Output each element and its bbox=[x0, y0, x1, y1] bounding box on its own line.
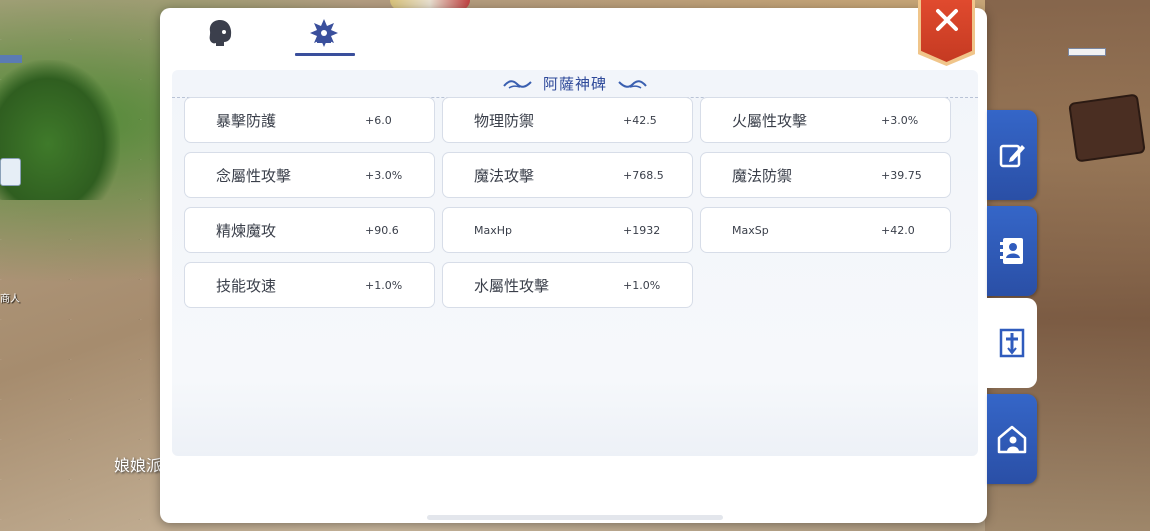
character-profile-icon bbox=[209, 20, 232, 46]
monument-content: 阿薩神碑 暴擊防護 +6.0 物理防禦 +42.5 火屬性攻擊 +3.0% 念屬… bbox=[172, 70, 978, 456]
side-tab-monument[interactable] bbox=[987, 298, 1037, 388]
stat-card: 精煉魔攻 +90.6 bbox=[184, 207, 435, 253]
stat-card: 魔法攻擊 +768.5 bbox=[442, 152, 693, 198]
stat-card: MaxSp +42.0 bbox=[700, 207, 951, 253]
stat-value: +39.75 bbox=[881, 169, 922, 182]
stat-value: +90.6 bbox=[365, 224, 399, 237]
stat-value: +42.5 bbox=[623, 114, 657, 127]
stat-card: 物理防禦 +42.5 bbox=[442, 97, 693, 143]
stat-value: +3.0% bbox=[365, 169, 403, 182]
stat-name: 物理防禦 bbox=[474, 112, 535, 130]
stat-name: MaxHp bbox=[474, 224, 512, 237]
stat-name: 念屬性攻擊 bbox=[216, 167, 292, 185]
contact-book-icon bbox=[1000, 238, 1023, 264]
monument-icon bbox=[310, 19, 338, 47]
stat-name: 魔法攻擊 bbox=[474, 167, 535, 185]
left-hud-panel[interactable] bbox=[0, 158, 21, 186]
stat-card: 暴擊防護 +6.0 bbox=[184, 97, 435, 143]
section-header: 阿薩神碑 bbox=[172, 70, 978, 98]
stat-value: +1.0% bbox=[623, 279, 661, 292]
npc-label: 商人 bbox=[0, 294, 20, 305]
shop-sign bbox=[1068, 93, 1146, 163]
stat-card: 技能攻速 +1.0% bbox=[184, 262, 435, 308]
stat-card: MaxHp +1932 bbox=[442, 207, 693, 253]
stat-name: 精煉魔攻 bbox=[216, 222, 277, 240]
close-icon bbox=[935, 9, 958, 31]
tab-bar bbox=[160, 8, 987, 64]
left-wave-ornament-icon bbox=[503, 79, 532, 89]
stat-name: MaxSp bbox=[732, 224, 769, 237]
cross-frame-icon bbox=[999, 328, 1025, 358]
stat-value: +42.0 bbox=[881, 224, 915, 237]
player-name-tag bbox=[1068, 48, 1106, 56]
stat-card: 念屬性攻擊 +3.0% bbox=[184, 152, 435, 198]
right-wave-ornament-icon bbox=[618, 79, 647, 89]
close-button[interactable] bbox=[921, 0, 972, 62]
stat-name: 水屬性攻擊 bbox=[474, 277, 550, 295]
edit-icon bbox=[999, 144, 1025, 168]
player-name-label: 娘娘派 bbox=[114, 456, 163, 475]
stat-card: 水屬性攻擊 +1.0% bbox=[442, 262, 693, 308]
attribute-panel: 阿薩神碑 暴擊防護 +6.0 物理防禦 +42.5 火屬性攻擊 +3.0% 念屬… bbox=[160, 8, 987, 523]
stats-grid: 暴擊防護 +6.0 物理防禦 +42.5 火屬性攻擊 +3.0% 念屬性攻擊 +… bbox=[184, 97, 951, 308]
active-tab-indicator bbox=[295, 53, 355, 56]
side-tab-home[interactable] bbox=[987, 394, 1037, 484]
side-tab-contacts[interactable] bbox=[987, 206, 1037, 296]
tab-monument[interactable] bbox=[295, 8, 353, 58]
tab-character-profile[interactable] bbox=[200, 8, 240, 58]
stat-value: +1.0% bbox=[365, 279, 403, 292]
side-tab-edit[interactable] bbox=[987, 110, 1037, 200]
stat-card: 火屬性攻擊 +3.0% bbox=[700, 97, 951, 143]
scroll-indicator[interactable] bbox=[427, 515, 723, 520]
stat-value: +6.0 bbox=[365, 114, 392, 127]
stat-card: 魔法防禦 +39.75 bbox=[700, 152, 951, 198]
stat-name: 技能攻速 bbox=[216, 277, 277, 295]
section-title: 阿薩神碑 bbox=[542, 75, 607, 93]
stat-value: +3.0% bbox=[881, 114, 919, 127]
stat-value: +768.5 bbox=[623, 169, 664, 182]
stat-name: 火屬性攻擊 bbox=[732, 112, 808, 130]
stat-name: 魔法防禦 bbox=[732, 167, 793, 185]
stat-name: 暴擊防護 bbox=[216, 112, 277, 130]
home-user-icon bbox=[997, 425, 1027, 454]
stat-value: +1932 bbox=[623, 224, 661, 237]
npc-name-tag bbox=[0, 55, 22, 63]
